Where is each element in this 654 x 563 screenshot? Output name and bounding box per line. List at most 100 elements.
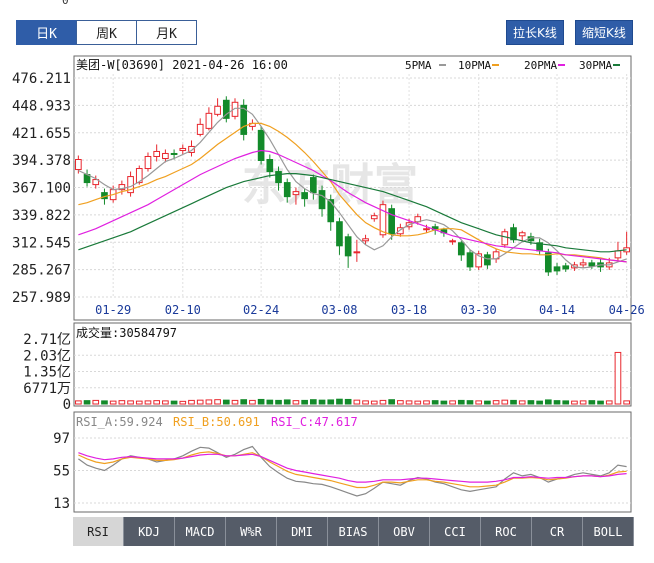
volume-bar: [214, 399, 221, 405]
volume-bar: [118, 400, 126, 405]
candle-body: [196, 123, 204, 135]
volume-bar: [153, 400, 161, 405]
candle-body: [588, 262, 596, 267]
volume-bar: [614, 351, 622, 405]
indicator-tab-roc[interactable]: ROC: [481, 517, 532, 546]
rsi-ytick-label: 97: [53, 431, 70, 447]
volume-bar: [162, 400, 169, 405]
indicator-tab-bias[interactable]: BIAS: [328, 517, 379, 546]
indicator-tab-boll[interactable]: BOLL: [583, 517, 634, 546]
candle-body: [318, 190, 326, 210]
candle-body: [205, 112, 213, 129]
candle-body: [388, 208, 395, 235]
indicator-tab-dmi[interactable]: DMI: [277, 517, 328, 546]
volume-bar: [388, 399, 395, 405]
volume-bar: [205, 399, 213, 405]
volume-bar: [518, 400, 526, 405]
ma-legend-label: 5PMA: [405, 59, 432, 72]
candle-body: [423, 228, 430, 231]
kline-ytick-label: 448.933: [12, 98, 71, 114]
indicator-tab-cr[interactable]: CR: [532, 517, 583, 546]
rsi-legend-label: RSI_B:50.691: [173, 415, 260, 429]
volume-bar: [144, 400, 152, 405]
volume-title: 成交量:30584797: [76, 325, 177, 340]
volume-bar: [249, 399, 256, 405]
volume-ytick-label: 2.03亿: [23, 348, 71, 364]
volume-ytick-label: 2.71亿: [23, 332, 71, 348]
candle-body: [301, 192, 308, 200]
kline-xtick-label: 02-24: [243, 303, 279, 317]
volume-bar: [623, 400, 630, 405]
kline-ytick-label: 367.100: [12, 181, 71, 197]
volume-bar: [457, 399, 465, 405]
kline-xtick-label: 02-10: [165, 303, 201, 317]
volume-bar: [553, 400, 561, 405]
volume-bar: [405, 400, 413, 405]
volume-bar: [135, 400, 143, 405]
kline-ytick-label: 476.211: [12, 71, 71, 87]
kline-xtick-label: 03-08: [321, 303, 357, 317]
ma-legend-label: 10PMA: [458, 59, 491, 72]
volume-bar: [484, 400, 491, 405]
volume-bar: [83, 400, 91, 405]
indicator-tab-cci[interactable]: CCI: [430, 517, 481, 546]
indicator-tab-kdj[interactable]: KDJ: [124, 517, 175, 546]
volume-bar: [92, 399, 100, 405]
volume-bar: [301, 399, 308, 405]
volume-bar: [362, 400, 369, 405]
rsi-legend-label: RSI_C:47.617: [271, 415, 358, 429]
volume-bar: [501, 399, 509, 405]
volume-bar: [370, 400, 378, 405]
kline-ytick-label: 285.267: [12, 263, 71, 279]
rsi-legend-label: RSI_A:59.924: [76, 415, 163, 429]
candle-body: [292, 191, 300, 196]
candle-body: [518, 232, 526, 237]
volume-bar: [275, 399, 282, 405]
volume-bar: [240, 399, 248, 405]
candle-body: [484, 254, 491, 266]
volume-bar: [492, 400, 500, 405]
volume-bar: [562, 400, 570, 405]
volume-bar: [344, 398, 352, 405]
volume-bar: [75, 400, 82, 405]
indicator-tab-bar: RSI KDJ MACD W%R DMI BIAS OBV CCI ROC CR BOLL: [73, 517, 634, 546]
volume-bar: [510, 399, 517, 405]
candle-body: [344, 236, 352, 257]
volume-bar: [257, 398, 265, 405]
volume-ytick-label: 0: [63, 397, 71, 413]
candle-body: [579, 262, 587, 266]
kline-xtick-label: 04-26: [609, 303, 645, 317]
volume-bar: [196, 399, 204, 405]
volume-bar: [449, 400, 456, 405]
indicator-tab-rsi[interactable]: RSI: [73, 517, 124, 546]
volume-bar: [283, 399, 291, 405]
kline-xtick-label: 03-18: [391, 303, 427, 317]
candle-body: [614, 250, 622, 259]
indicator-tab-wr[interactable]: W%R: [226, 517, 277, 546]
volume-bar: [536, 400, 543, 405]
volume-bar: [440, 400, 448, 405]
volume-bar: [423, 400, 430, 405]
volume-bar: [231, 399, 239, 405]
indicator-tab-macd[interactable]: MACD: [175, 517, 226, 546]
volume-bar: [318, 399, 326, 405]
volume-ytick-label: 1.35亿: [23, 365, 71, 381]
candle-body: [370, 215, 378, 220]
volume-bar: [310, 399, 317, 405]
indicator-tab-obv[interactable]: OBV: [379, 517, 430, 546]
candle-body: [144, 155, 152, 170]
ma-legend-label: 20PMA: [524, 59, 557, 72]
candle-body: [501, 231, 509, 246]
candle-body: [162, 152, 169, 159]
kline-xtick-label: 04-14: [539, 303, 575, 317]
volume-bar: [466, 400, 474, 405]
rsi-ytick-label: 55: [53, 464, 70, 480]
volume-bar: [327, 399, 335, 405]
kline-ytick-label: 394.378: [12, 153, 71, 169]
candle-body: [562, 265, 570, 270]
volume-bar: [475, 400, 483, 405]
kline-ytick-label: 312.545: [12, 235, 71, 251]
volume-bar: [597, 400, 604, 405]
candle-body: [336, 221, 343, 247]
volume-bar: [188, 399, 195, 405]
